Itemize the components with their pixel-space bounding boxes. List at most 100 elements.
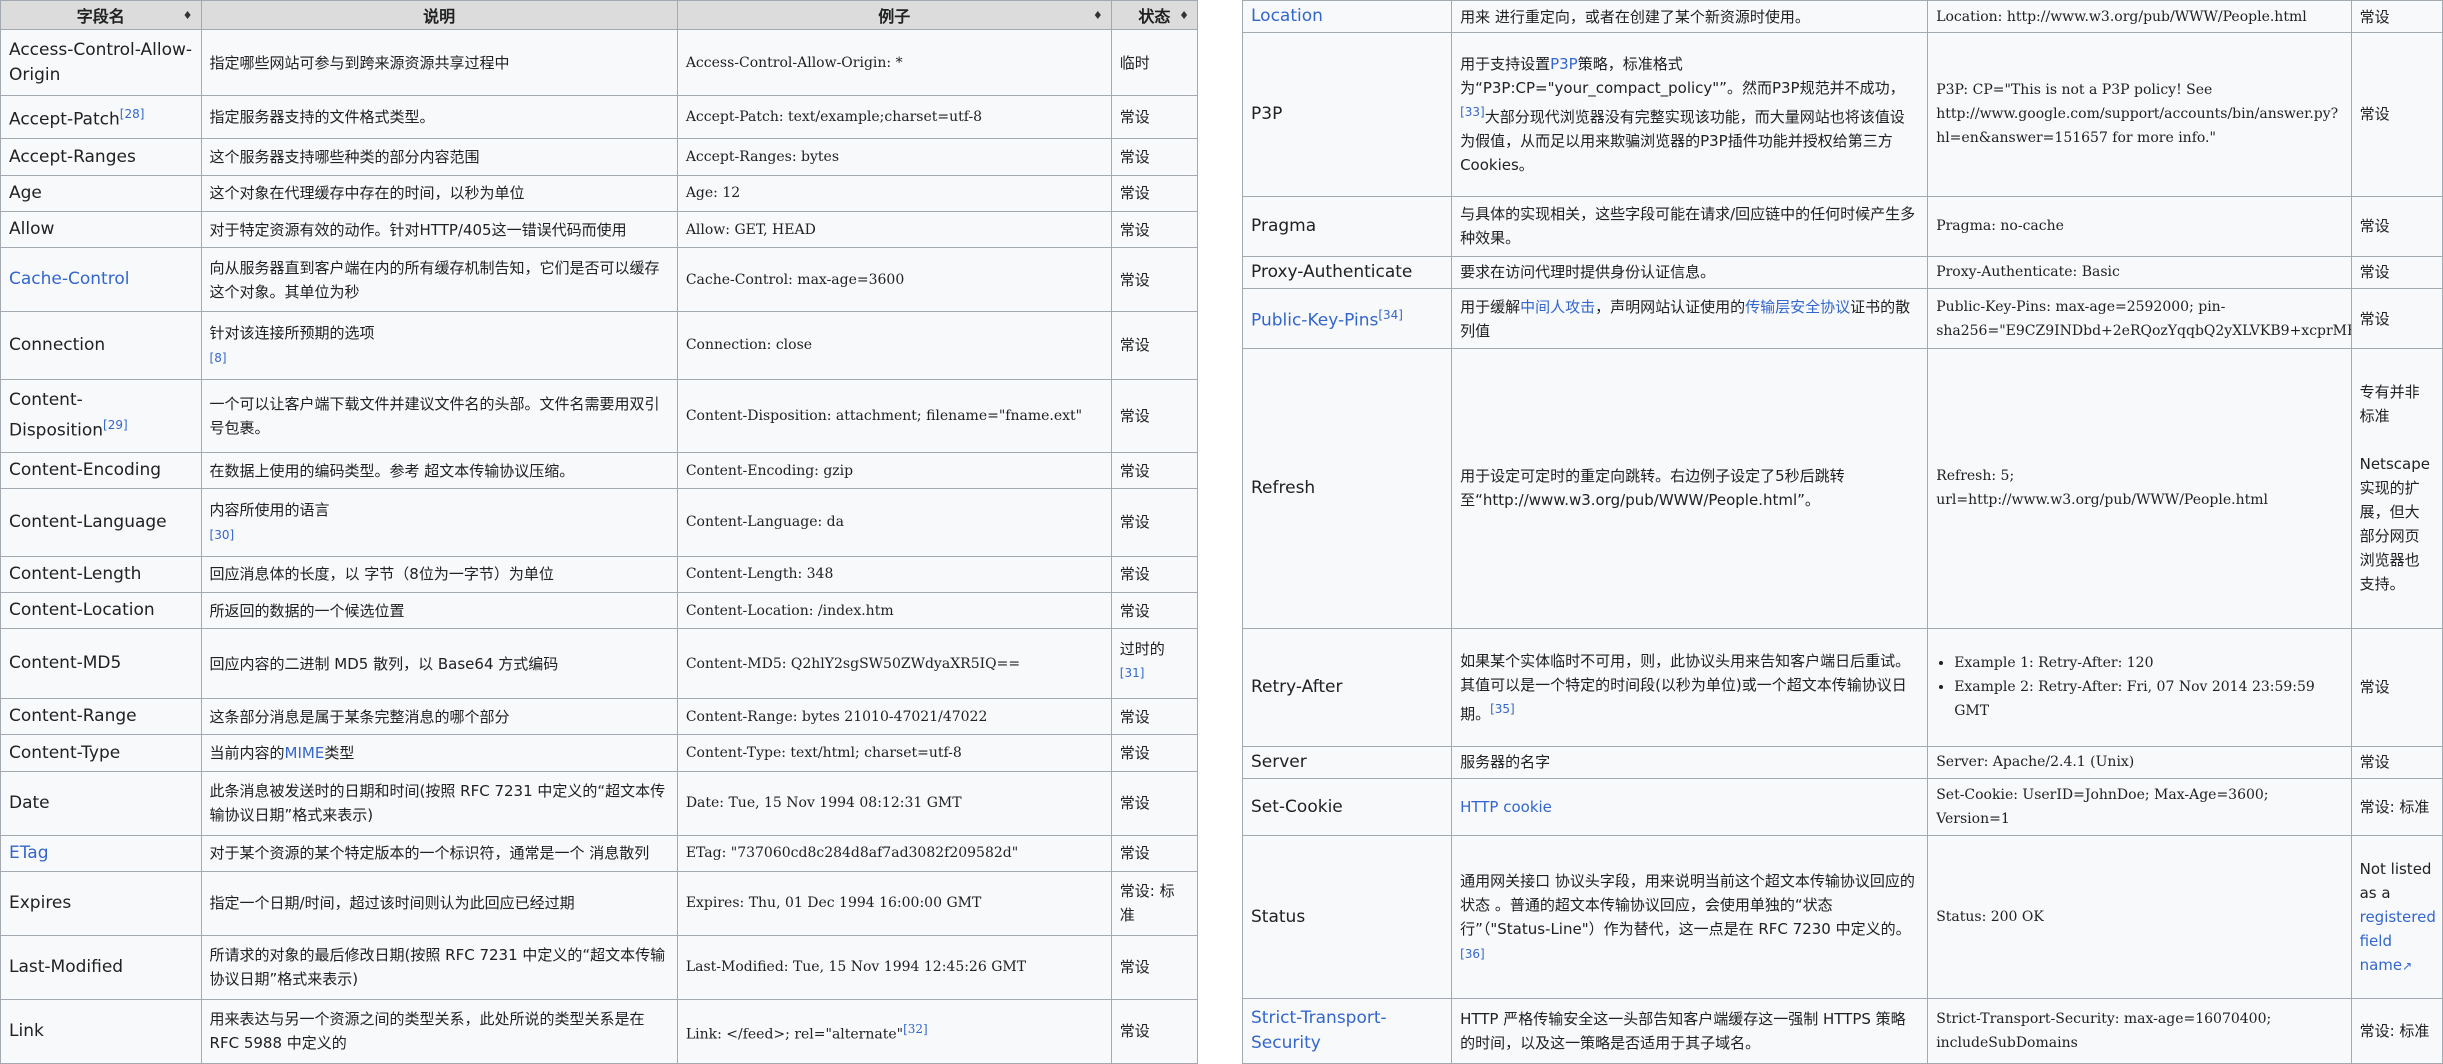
reference-link[interactable]: [29] (103, 418, 128, 432)
table-row: Content-Location 所返回的数据的一个候选位置 Content-L… (0, 591, 1199, 630)
reference-link[interactable]: [33] (1460, 105, 1485, 119)
field-name: Expires (0, 870, 202, 936)
field-name: Proxy-Authenticate (1241, 255, 1453, 290)
field-example: Content-Location: /index.htm (676, 591, 1112, 630)
field-status: 常设 (1110, 210, 1199, 249)
field-status: 过时的[31] (1110, 628, 1199, 700)
field-description: 指定哪些网站可参与到跨来源资源共享过程中 (200, 28, 678, 97)
field-name-link[interactable]: Cache-Control (9, 269, 129, 289)
table-row: Pragma 与具体的实现相关，这些字段可能在请求/回应链中的任何时候产生多种效… (1241, 195, 2443, 257)
table-row: Refresh 用于设定可定时的重定向跳转。右边例子设定了5秒后跳转至“http… (1241, 348, 2443, 629)
reference-link[interactable]: [8] (210, 351, 227, 365)
table-row: Server 服务器的名字 Server: Apache/2.4.1 (Unix… (1241, 745, 2443, 780)
field-description: 指定服务器支持的文件格式类型。 (200, 95, 678, 140)
field-status: 常设 (1110, 934, 1199, 1000)
field-status: 常设 (2350, 255, 2443, 290)
header-field-name[interactable]: 字段名 ♦ (0, 0, 202, 30)
field-status: 常设 (1110, 378, 1199, 453)
field-example: Date: Tue, 15 Nov 1994 08:12:31 GMT (676, 770, 1112, 836)
table-row: Connection 针对该连接所预期的选项 [8] Connection: cl… (0, 311, 1199, 380)
field-example: Allow: GET, HEAD (676, 210, 1112, 249)
table-row: Content-Range 这条部分消息是属于某条完整消息的哪个部分 Conte… (0, 698, 1199, 736)
p3p-link[interactable]: P3P (1550, 55, 1578, 73)
table-row: Allow 对于特定资源有效的动作。针对HTTP/405这一错误代码而使用 Al… (0, 210, 1199, 249)
table-row: Proxy-Authenticate 要求在访问代理时提供身份认证信息。 Pro… (1241, 255, 2443, 290)
field-example: Link: </feed>; rel="alternate"[32] (676, 998, 1112, 1064)
field-status: 常设 (2350, 0, 2443, 34)
table-row: Date 此条消息被发送时的日期和时间(按照 RFC 7231 中定义的“超文本… (0, 770, 1199, 836)
field-example: Public-Key-Pins: max-age=2592000; pin-sh… (1927, 288, 2352, 350)
reference-link[interactable]: [36] (1460, 947, 1485, 961)
field-status: 常设 (1110, 834, 1199, 872)
field-name-link[interactable]: Public-Key-Pins (1251, 311, 1378, 331)
reference-link[interactable]: [34] (1378, 308, 1403, 322)
reference-link[interactable]: [30] (210, 528, 235, 542)
table-row: Content-Length 回应消息体的长度，以 字节（8位为一字节）为单位 … (0, 555, 1199, 593)
field-status: 常设: 标准 (1110, 870, 1199, 936)
field-example: Cache-Control: max-age=3600 (676, 247, 1112, 313)
field-example: ETag: "737060cd8c284d8af7ad3082f209582d" (676, 834, 1112, 872)
field-description: 用来 进行重定向，或者在创建了某个新资源时使用。 (1451, 0, 1929, 34)
field-status: 临时 (1110, 28, 1199, 97)
reference-link[interactable]: [32] (903, 1022, 928, 1036)
field-description: 所请求的对象的最后修改日期(按照 RFC 7231 中定义的“超文本传输协议日期… (200, 934, 678, 1000)
table-row: Accept-Ranges 这个服务器支持哪些种类的部分内容范围 Accept-… (0, 138, 1199, 176)
field-description: 回应消息体的长度，以 字节（8位为一字节）为单位 (200, 555, 678, 593)
field-example: Content-Disposition: attachment; filenam… (676, 378, 1112, 453)
field-description: 针对该连接所预期的选项 [8] (200, 311, 678, 380)
table-row: P3P 用于支持设置P3P策略，标准格式为“P3P:CP="your_compa… (1241, 32, 2443, 197)
header-status[interactable]: 状态 ♦ (1110, 0, 1199, 30)
field-example: Pragma: no-cache (1927, 195, 2352, 257)
reference-link[interactable]: [28] (120, 107, 145, 121)
field-example: Refresh: 5; url=http://www.w3.org/pub/WW… (1927, 348, 2352, 629)
table-row: Location 用来 进行重定向，或者在创建了某个新资源时使用。 Locati… (1241, 0, 2443, 34)
mime-link[interactable]: MIME (285, 744, 325, 762)
field-name: Cache-Control (0, 247, 202, 313)
field-description: 向从服务器直到客户端在内的所有缓存机制告知，它们是否可以缓存这个对象。其单位为秒 (200, 247, 678, 313)
field-name: Content-Encoding (0, 451, 202, 490)
field-example: Accept-Patch: text/example;charset=utf-8 (676, 95, 1112, 140)
field-name: Content-Length (0, 555, 202, 593)
registered-field-name-link[interactable]: registered field name (2360, 908, 2436, 974)
field-example: Content-Type: text/html; charset=utf-8 (676, 734, 1112, 772)
field-status: 常设 (1110, 488, 1199, 557)
field-status: 常设 (1110, 555, 1199, 593)
http-cookie-link[interactable]: HTTP cookie (1460, 798, 1552, 816)
field-status: 常设 (2350, 195, 2443, 257)
reference-link[interactable]: [35] (1490, 702, 1515, 716)
header-example[interactable]: 例子 ♦ (676, 0, 1112, 30)
field-status: 专有并非标准 Netscape实现的扩展，但大部分网页浏览器也支持。 (2350, 348, 2443, 629)
field-name: Content-Location (0, 591, 202, 630)
field-description: 这个对象在代理缓存中存在的时间，以秒为单位 (200, 174, 678, 212)
table-row: Last-Modified 所请求的对象的最后修改日期(按照 RFC 7231 … (0, 934, 1199, 1000)
table-header-row: 字段名 ♦ 说明 例子 ♦ 状态 ♦ (0, 0, 1199, 30)
field-description: 回应内容的二进制 MD5 散列，以 Base64 方式编码 (200, 628, 678, 700)
field-example: P3P: CP="This is not a P3P policy! See h… (1927, 32, 2352, 197)
field-name: Content-Type (0, 734, 202, 772)
sort-icon[interactable]: ♦ (1179, 9, 1189, 22)
field-description: 当前内容的MIME类型 (200, 734, 678, 772)
field-name: Connection (0, 311, 202, 380)
field-example: Server: Apache/2.4.1 (Unix) (1927, 745, 2352, 780)
tls-link[interactable]: 传输层安全协议 (1745, 298, 1850, 316)
sort-icon[interactable]: ♦ (183, 9, 193, 22)
reference-link[interactable]: [31] (1120, 666, 1145, 680)
field-name: Content-Language (0, 488, 202, 557)
field-description: 用于支持设置P3P策略，标准格式为“P3P:CP="your_compact_p… (1451, 32, 1929, 197)
field-description: 对于特定资源有效的动作。针对HTTP/405这一错误代码而使用 (200, 210, 678, 249)
field-example: Location: http://www.w3.org/pub/WWW/Peop… (1927, 0, 2352, 34)
mitm-link[interactable]: 中间人攻击 (1520, 298, 1595, 316)
table-row: Content-Type 当前内容的MIME类型 Content-Type: t… (0, 734, 1199, 772)
field-description: 对于某个资源的某个特定版本的一个标识符，通常是一个 消息散列 (200, 834, 678, 872)
field-name-link[interactable]: Location (1251, 6, 1323, 26)
field-description: 指定一个日期/时间，超过该时间则认为此回应已经过期 (200, 870, 678, 936)
field-example: Content-Range: bytes 21010-47021/47022 (676, 698, 1112, 736)
field-name: P3P (1241, 32, 1453, 197)
field-name-link[interactable]: ETag (9, 843, 49, 863)
field-name-link[interactable]: Strict-Transport-Security (1251, 1008, 1387, 1053)
sort-icon[interactable]: ♦ (1093, 9, 1103, 22)
field-example: Access-Control-Allow-Origin: * (676, 28, 1112, 97)
field-status: 常设 (2350, 627, 2443, 747)
field-name: Access-Control-Allow-Origin (0, 28, 202, 97)
field-status: 常设 (1110, 734, 1199, 772)
